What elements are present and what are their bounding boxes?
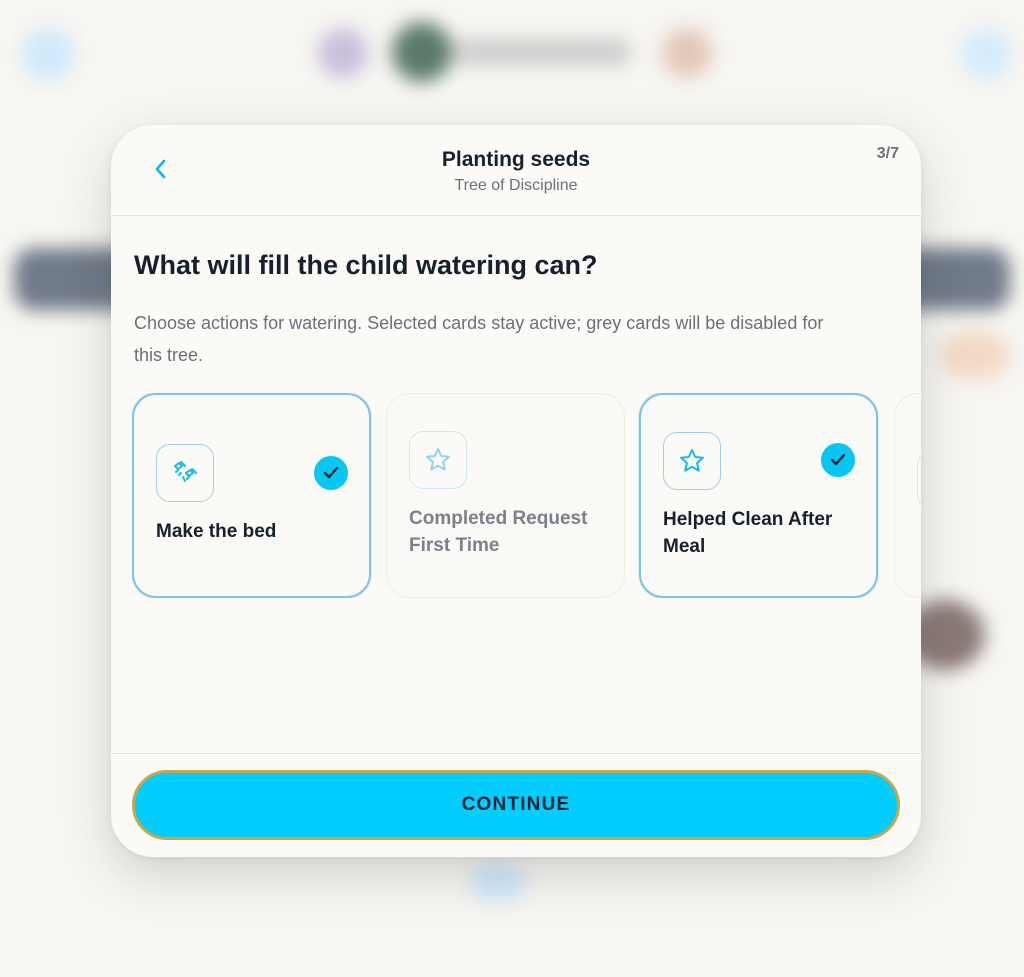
step-counter: 3/7	[876, 145, 899, 162]
modal-header: Planting seeds Tree of Discipline 3/7	[111, 125, 921, 216]
selected-check	[821, 443, 855, 477]
selected-check	[314, 456, 348, 490]
background-blob	[318, 28, 368, 78]
checkmark-icon	[830, 453, 846, 466]
header-titles: Planting seeds Tree of Discipline	[111, 147, 921, 196]
action-card-make-the-bed[interactable]: Make the bed	[132, 393, 371, 598]
question-description: Choose actions for watering. Selected ca…	[134, 313, 824, 365]
card-icon-box	[663, 432, 721, 490]
background-blob	[662, 28, 712, 78]
action-card-helped-clean[interactable]: Helped Clean After Meal	[639, 393, 878, 598]
background-blob	[22, 28, 74, 80]
card-label: Helped Clean After Meal	[663, 509, 833, 557]
card-icon-box	[409, 431, 467, 489]
star-icon	[680, 449, 704, 472]
card-label: Make the bed	[156, 521, 277, 542]
checkmark-icon	[323, 466, 339, 479]
selection-modal: Planting seeds Tree of Discipline 3/7 Wh…	[111, 125, 921, 857]
action-cards: Make the bed Completed Request First Tim…	[132, 393, 921, 598]
action-card-completed-request[interactable]: Completed Request First Time	[386, 393, 625, 598]
card-icon-box	[917, 451, 921, 509]
background-blob	[940, 330, 1010, 380]
background-bar	[452, 38, 632, 66]
footer-divider	[111, 753, 921, 754]
star-icon	[426, 448, 450, 471]
background-blob	[960, 28, 1012, 80]
modal-title: Planting seeds	[441, 148, 591, 171]
continue-button[interactable]: CONTINUE	[132, 770, 900, 840]
background-blob	[392, 22, 452, 82]
card-label: Completed Request First Time	[409, 508, 588, 556]
background-blob	[470, 862, 526, 902]
action-card-partial[interactable]	[894, 393, 921, 598]
card-icon-box	[156, 444, 214, 502]
bed-icon	[174, 461, 197, 482]
question-heading: What will fill the child watering can?	[134, 250, 598, 280]
modal-subtitle: Tree of Discipline	[454, 177, 578, 194]
